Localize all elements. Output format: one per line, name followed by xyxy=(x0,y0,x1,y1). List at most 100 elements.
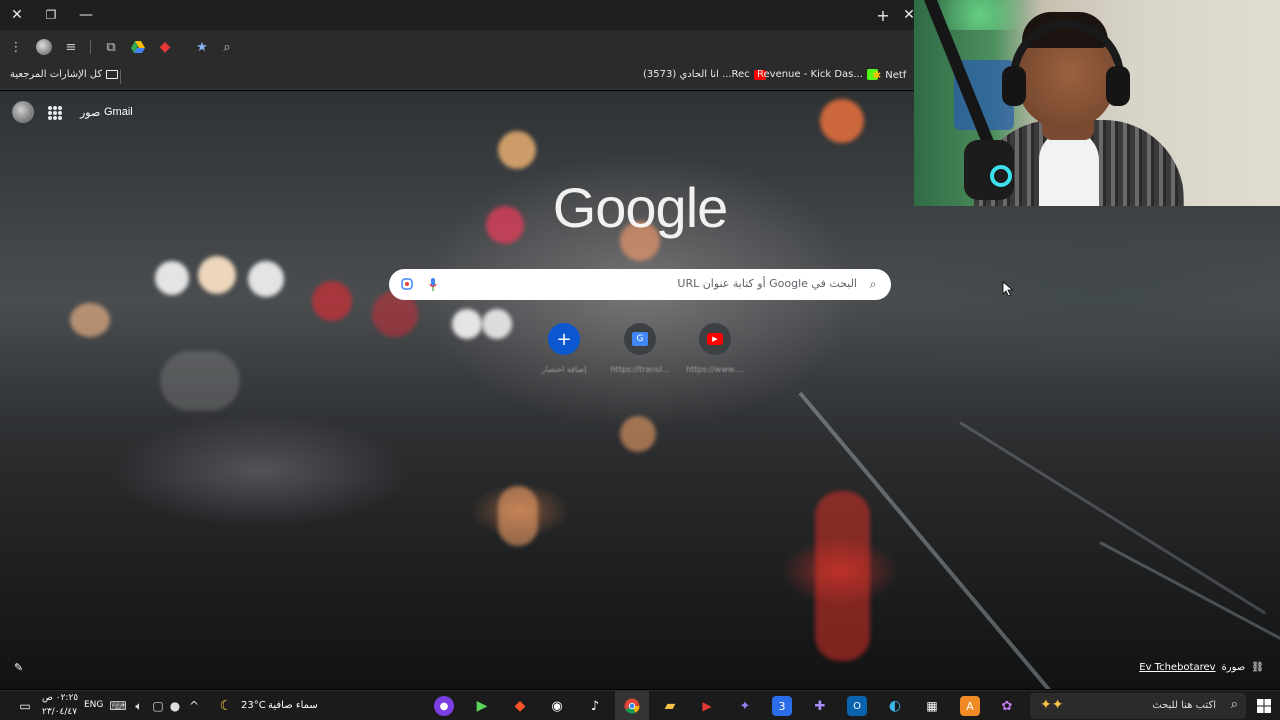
google-drive-icon[interactable] xyxy=(128,37,148,57)
bokeh-light xyxy=(452,309,482,339)
headphone-earcup xyxy=(1106,66,1130,106)
customize-pencil-icon[interactable]: ✎ xyxy=(14,661,28,675)
zoom-icon[interactable]: ⌕ xyxy=(217,37,237,57)
bookmark-kick[interactable]: Revenue - Kick Das... xyxy=(757,69,878,80)
bokeh-light xyxy=(482,309,512,339)
bokeh-reflection xyxy=(498,486,538,546)
windows-taskbar: ▭ ٠٢:٢٥ ص ٢٣/٠٤/٤٧ ENG ⌨ 🔈︎ ▢ ● ^ ☾ 23°C… xyxy=(0,690,1280,720)
toolbar-divider xyxy=(90,40,91,54)
mouse-cursor-icon xyxy=(1002,281,1014,297)
bokeh-light xyxy=(620,416,656,452)
new-tab-button[interactable]: + xyxy=(872,5,894,25)
shortcut-translate[interactable]: G https://transl... xyxy=(605,323,675,374)
chrome-icon[interactable] xyxy=(622,696,642,716)
copilot-app-icon[interactable]: ✦ xyxy=(735,696,755,716)
bokeh-light xyxy=(198,256,236,294)
outlook-icon[interactable]: O xyxy=(847,696,867,716)
search-box[interactable]: ⌕ البحث في Google أو كتابة عنوان URL xyxy=(389,269,891,300)
all-bookmarks-label: كل الإشارات المرجعية xyxy=(10,69,103,80)
taskbar-search-placeholder: اكتب هنا للبحث xyxy=(1152,700,1216,711)
google-lens-icon[interactable] xyxy=(399,276,415,292)
background-credit[interactable]: Ev Tchebotarev صورة ⛓ xyxy=(1139,662,1264,673)
notifications-icon[interactable]: ▭ xyxy=(15,696,35,716)
bookmark-label: (3573) انا الحادي ...Rec xyxy=(643,69,750,80)
clock-time[interactable]: ٠٢:٢٥ ص xyxy=(42,693,78,703)
extension-red-icon[interactable]: ◆ xyxy=(155,37,175,57)
curb-edge xyxy=(959,421,1267,615)
moon-weather-icon[interactable]: ☾ xyxy=(216,696,236,716)
curb-edge xyxy=(1099,541,1280,648)
bookmark-label: Revenue - Kick Das... xyxy=(757,69,863,80)
extensions-icon[interactable]: ⧉ xyxy=(101,37,121,57)
clock-date[interactable]: ٢٣/٠٤/٤٧ xyxy=(42,707,77,717)
bookmark-youtube[interactable]: (3573) انا الحادي ...Rec xyxy=(643,69,766,80)
file-explorer-icon[interactable]: ▰ xyxy=(660,696,680,716)
shortcut-youtube[interactable]: ▶ https://www.... xyxy=(680,323,750,374)
menu-kebab-icon[interactable]: ⋮ xyxy=(6,37,26,57)
bokeh-reflection xyxy=(160,351,240,411)
folder-icon xyxy=(106,70,119,79)
app-number-icon[interactable]: 3 xyxy=(772,696,792,716)
bokeh-light xyxy=(498,131,536,169)
all-bookmarks-button[interactable]: كل الإشارات المرجعية xyxy=(10,69,119,80)
minimize-window-button[interactable]: — xyxy=(75,5,97,25)
gmail-link[interactable]: Gmail xyxy=(104,106,133,118)
tiktok-icon[interactable]: ♪ xyxy=(585,696,605,716)
weather-temperature[interactable]: 23°C xyxy=(241,700,266,711)
credit-name[interactable]: Ev Tchebotarev xyxy=(1139,662,1215,673)
volume-icon[interactable]: 🔈︎ xyxy=(129,696,149,716)
windows-start-icon[interactable] xyxy=(1254,696,1274,716)
restore-window-button[interactable]: ❐ xyxy=(40,5,62,25)
voice-search-icon[interactable] xyxy=(425,276,441,292)
microphone-tray-icon[interactable]: ● xyxy=(165,696,185,716)
credit-prefix: صورة xyxy=(1221,662,1246,673)
app-obs-icon[interactable]: ● xyxy=(434,696,454,716)
bokeh-light xyxy=(70,303,110,337)
pinwheel-icon: ✱ xyxy=(872,69,882,82)
images-link[interactable]: صور xyxy=(80,106,100,119)
copilot-icon[interactable]: ✿ xyxy=(997,696,1017,716)
bokeh-light xyxy=(312,281,352,321)
search-placeholder: البحث في Google أو كتابة عنوان URL xyxy=(677,277,857,290)
sparkle-icon: ✦✦ xyxy=(1040,697,1064,713)
link-icon: ⛓ xyxy=(1251,662,1264,673)
youtube-icon: ▶ xyxy=(699,323,731,355)
reading-list-icon[interactable]: ≡ xyxy=(61,37,81,57)
google-logo: Google xyxy=(552,176,729,239)
bokeh-reflection xyxy=(815,491,870,661)
google-apps-icon[interactable] xyxy=(48,106,62,120)
bokeh-light xyxy=(248,261,284,297)
account-avatar[interactable] xyxy=(12,101,34,123)
close-window-button[interactable]: ✕ xyxy=(6,5,28,25)
microsoft-store-icon[interactable]: ▦ xyxy=(922,696,942,716)
keyboard-icon[interactable]: ⌨ xyxy=(108,696,128,716)
streamer-shirt xyxy=(1039,130,1099,206)
search-icon: ⌕ xyxy=(1230,697,1238,712)
bookmark-star-icon[interactable]: ★ xyxy=(192,37,212,57)
media-player-icon[interactable]: ▶ xyxy=(697,696,717,716)
webcam-overlay xyxy=(914,0,1280,206)
edge-browser-icon[interactable]: ◐ xyxy=(885,696,905,716)
app-play-icon[interactable]: ▶ xyxy=(472,696,492,716)
search-icon: ⌕ xyxy=(869,276,877,291)
app-circle-icon[interactable]: ◉ xyxy=(547,696,567,716)
headphone-earcup xyxy=(1002,66,1026,106)
add-shortcut-icon: + xyxy=(548,323,580,355)
bookmark-netflix[interactable]: ✱ Netf xyxy=(872,69,906,82)
gaming-app-icon[interactable]: ✚ xyxy=(810,696,830,716)
mic-ring-light xyxy=(990,165,1012,187)
weather-condition[interactable]: سماء صافية xyxy=(268,700,318,711)
google-translate-icon: G xyxy=(624,323,656,355)
shortcut-label: إضافة اختصار xyxy=(541,365,587,374)
bokeh-light xyxy=(820,99,864,143)
show-hidden-icons-chevron-icon[interactable]: ^ xyxy=(184,696,204,716)
profile-avatar[interactable] xyxy=(34,37,54,57)
bookmark-label: Netf xyxy=(885,70,907,81)
bokeh-light xyxy=(155,261,189,295)
shortcut-add[interactable]: + إضافة اختصار xyxy=(529,323,599,374)
bookmarks-divider xyxy=(120,70,121,84)
app-orange-icon[interactable]: A xyxy=(960,696,980,716)
language-indicator[interactable]: ENG xyxy=(84,700,103,710)
taskbar-search-box[interactable]: ✦✦ اكتب هنا للبحث ⌕ xyxy=(1030,693,1246,719)
brave-browser-icon[interactable]: ◆ xyxy=(510,696,530,716)
